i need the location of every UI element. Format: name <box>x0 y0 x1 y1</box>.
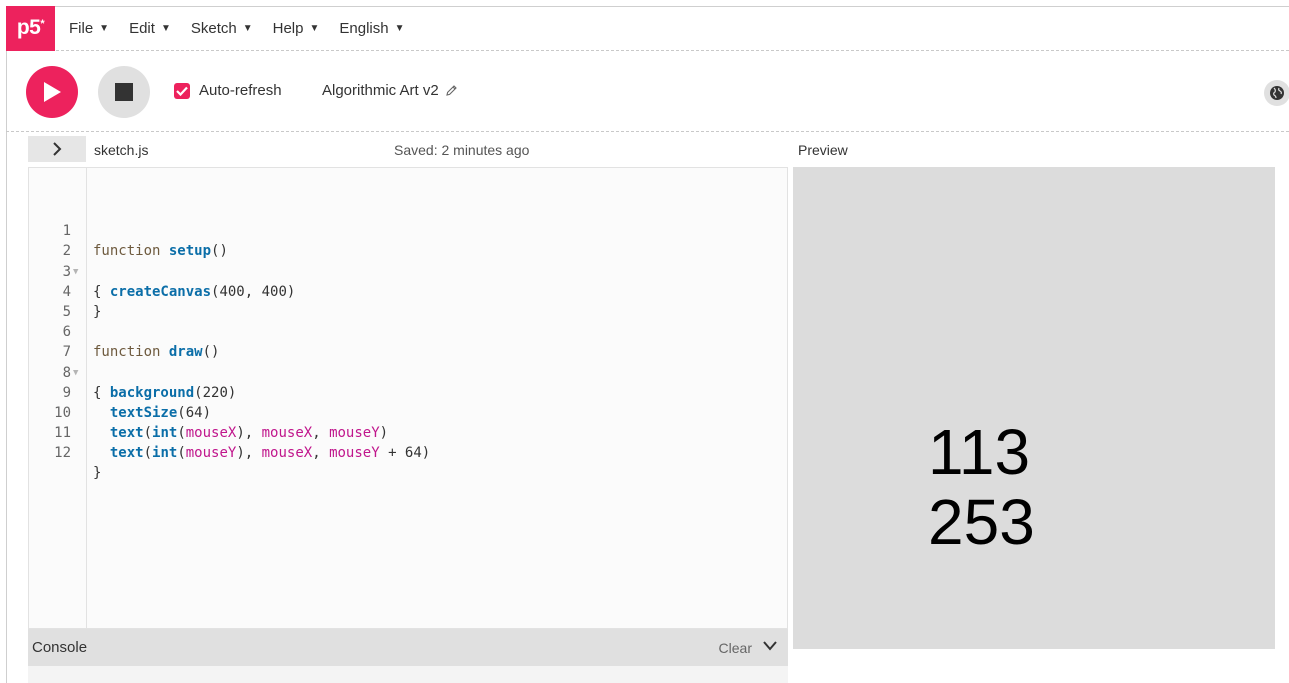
line-number: 12 <box>54 445 71 462</box>
canvas-mousey-text: 253 <box>928 486 1035 558</box>
saved-status: Saved: 2 minutes ago <box>394 142 530 158</box>
code-line: 3 createCanvas(400, 400) <box>29 241 787 300</box>
code-line: 6 function draw() <box>29 302 787 360</box>
console-clear-button[interactable]: Clear <box>719 640 752 656</box>
console-title: Console <box>32 639 88 656</box>
console-bar: Console Clear <box>28 629 788 666</box>
code-line: 10 text(int(mouseX), mouseX, mouseY) <box>29 383 787 441</box>
menu-edit-label: Edit <box>129 19 155 37</box>
logo-text: p5 <box>16 16 41 39</box>
menu-language[interactable]: English ▼ <box>339 20 404 37</box>
expand-sidebar-button[interactable] <box>28 136 86 162</box>
pencil-icon <box>445 85 457 96</box>
caret-down-icon: ▼ <box>394 22 405 34</box>
auto-refresh-toggle[interactable]: Auto-refresh <box>174 82 282 99</box>
code-text: } <box>93 465 102 482</box>
code-line: 7 ▼ { <box>29 322 787 400</box>
top-nav: p5 * File ▼ Edit ▼ Sketch ▼ Help ▼ Englis… <box>6 5 1289 51</box>
code-lines: 1 function setup() 2 ▼ { 3 createCanvas(… <box>29 201 787 481</box>
code-editor[interactable]: 1 function setup() 2 ▼ { 3 createCanvas(… <box>28 167 788 629</box>
chevron-right-icon <box>53 142 62 156</box>
p5-logo[interactable]: p5 * <box>6 5 55 51</box>
canvas-mousex-text: 113 <box>928 416 1031 488</box>
stop-icon <box>115 83 133 101</box>
console-output <box>28 666 788 683</box>
menu-edit[interactable]: Edit ▼ <box>129 20 171 37</box>
code-line: 2 ▼ { <box>29 221 787 299</box>
sketch-name[interactable]: Algorithmic Art v2 <box>322 82 458 99</box>
preview-canvas[interactable]: 113 253 <box>793 167 1275 649</box>
logo-asterisk: * <box>40 18 45 30</box>
caret-down-icon: ▼ <box>160 22 171 34</box>
code-line: 9 textSize(64) <box>29 363 787 421</box>
menu-sketch[interactable]: Sketch ▼ <box>191 20 253 37</box>
stop-button[interactable] <box>98 66 150 118</box>
code-line: 11 text(int(mouseY), mouseX, mouseY + 64… <box>29 403 787 461</box>
sketch-name-text: Algorithmic Art v2 <box>322 82 439 99</box>
file-name: sketch.js <box>94 142 149 158</box>
caret-down-icon: ▼ <box>242 22 253 34</box>
menu-file-label: File <box>69 19 94 37</box>
preview-label: Preview <box>798 142 848 158</box>
check-icon <box>176 86 188 96</box>
caret-down-icon: ▼ <box>99 22 110 34</box>
code-text: text(int(mouseY), mouseX, mouseY + 64) <box>109 445 431 462</box>
menu-help[interactable]: Help ▼ <box>273 20 320 37</box>
code-line: 4 } <box>29 262 787 320</box>
toolbar: Auto-refresh Algorithmic Art v2 <box>6 52 1289 132</box>
play-button[interactable] <box>26 66 78 118</box>
chevron-down-icon[interactable] <box>762 640 778 652</box>
menu-file[interactable]: File ▼ <box>69 20 109 37</box>
menu-help-label: Help <box>272 19 304 37</box>
auto-refresh-label: Auto-refresh <box>199 82 282 99</box>
auto-refresh-checkbox[interactable] <box>174 82 190 99</box>
code-line: 5 <box>29 282 787 320</box>
play-icon <box>44 82 61 102</box>
preferences-button[interactable] <box>1264 80 1289 106</box>
globe-icon <box>1270 86 1284 100</box>
menu-sketch-label: Sketch <box>190 19 237 37</box>
menu-bar: File ▼ Edit ▼ Sketch ▼ Help ▼ English ▼ <box>69 20 424 37</box>
caret-down-icon: ▼ <box>309 22 320 34</box>
code-line: 12 } <box>29 423 787 481</box>
code-line: 1 function setup() <box>29 201 787 259</box>
menu-language-label: English <box>339 19 389 37</box>
code-line: 8 background(220) <box>29 342 787 401</box>
